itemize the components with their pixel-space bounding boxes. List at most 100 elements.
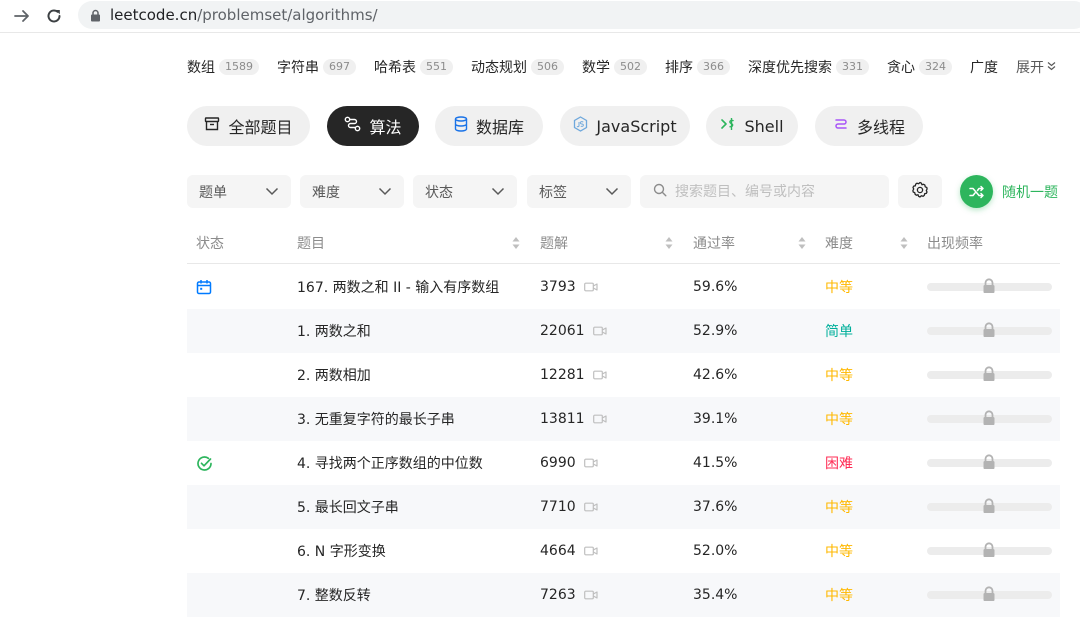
difficulty-select[interactable]: 难度 <box>300 175 404 208</box>
tag-math[interactable]: 数学 502 <box>582 57 647 77</box>
problem-title-link[interactable]: 4. 寻找两个正序数组的中位数 <box>297 441 483 485</box>
lock-icon[interactable] <box>980 277 998 295</box>
solutions-cell[interactable]: 3793 <box>540 265 598 309</box>
solutions-count: 3793 <box>540 279 576 295</box>
tab-database[interactable]: 数据库 <box>435 106 543 146</box>
tag-count: 324 <box>919 59 952 75</box>
address-bar[interactable]: leetcode.cn/problemset/algorithms/ <box>78 1 1080 29</box>
tag-string[interactable]: 字符串 697 <box>277 57 356 77</box>
algorithm-icon <box>344 116 361 136</box>
tab-concurrency[interactable]: 多线程 <box>815 106 923 146</box>
sort-icon[interactable] <box>512 236 520 250</box>
solutions-cell[interactable]: 6990 <box>540 441 598 485</box>
table-row[interactable]: 3. 无重复字符的最长子串 13811 39.1% 中等 <box>187 397 1060 441</box>
tab-label: Shell <box>744 116 784 136</box>
filter-label: 题单 <box>199 184 227 201</box>
search-input[interactable] <box>675 183 875 200</box>
acceptance-rate: 41.5% <box>693 455 738 471</box>
problem-title-link[interactable]: 2. 两数相加 <box>297 353 371 397</box>
tag-hash-table[interactable]: 哈希表 551 <box>374 57 453 77</box>
video-icon <box>592 326 607 336</box>
difficulty-badge: 中等 <box>825 544 853 560</box>
tag-bfs[interactable]: 广度 <box>970 57 1000 77</box>
forward-arrow-icon[interactable] <box>10 5 34 27</box>
table-row[interactable]: 2. 两数相加 12281 42.6% 中等 <box>187 353 1060 397</box>
problem-title-link[interactable]: 167. 两数之和 II - 输入有序数组 <box>297 265 499 309</box>
header-title[interactable]: 题目 <box>297 222 325 264</box>
solutions-cell[interactable]: 22061 <box>540 309 607 353</box>
acceptance-rate: 59.6% <box>693 279 738 295</box>
lock-icon[interactable] <box>980 497 998 515</box>
table-row[interactable]: 7. 整数反转 7263 35.4% 中等 <box>187 573 1060 617</box>
tab-label: JavaScript <box>596 116 677 136</box>
problem-title-link[interactable]: 7. 整数反转 <box>297 573 371 617</box>
problem-list-select[interactable]: 题单 <box>187 175 291 208</box>
acceptance-rate: 42.6% <box>693 367 738 383</box>
tag-label: 字符串 <box>277 60 319 76</box>
tab-shell[interactable]: Shell <box>706 106 798 146</box>
sort-icon[interactable] <box>900 236 908 250</box>
gear-icon <box>911 181 929 203</box>
solutions-cell[interactable]: 7263 <box>540 573 598 617</box>
tag-greedy[interactable]: 贪心 324 <box>887 57 952 77</box>
tag-sorting[interactable]: 排序 366 <box>665 57 730 77</box>
lock-icon[interactable] <box>980 453 998 471</box>
header-solutions[interactable]: 题解 <box>540 222 568 264</box>
difficulty-badge: 简单 <box>825 324 853 340</box>
expand-tags-button[interactable]: 展开 <box>1016 57 1056 77</box>
difficulty-badge: 中等 <box>825 500 853 516</box>
tag-dfs[interactable]: 深度优先搜索 331 <box>748 57 869 77</box>
solutions-cell[interactable]: 7710 <box>540 485 598 529</box>
random-problem-button[interactable]: 随机一题 <box>960 175 1058 208</box>
tag-count: 697 <box>323 59 356 75</box>
header-difficulty[interactable]: 难度 <box>825 222 853 264</box>
lock-icon[interactable] <box>980 409 998 427</box>
solutions-cell[interactable]: 13811 <box>540 397 607 441</box>
problem-title-link[interactable]: 1. 两数之和 <box>297 309 371 353</box>
solutions-count: 12281 <box>540 367 585 383</box>
lock-icon[interactable] <box>980 541 998 559</box>
expand-label: 展开 <box>1016 60 1044 76</box>
solutions-cell[interactable]: 4664 <box>540 529 598 573</box>
settings-button[interactable] <box>898 175 942 208</box>
url-host: leetcode.cn <box>110 6 198 24</box>
tag-dynamic-programming[interactable]: 动态规划 506 <box>471 57 564 77</box>
table-row[interactable]: 5. 最长回文子串 7710 37.6% 中等 <box>187 485 1060 529</box>
tab-label: 数据库 <box>475 118 524 137</box>
table-row[interactable]: 6. N 字形变换 4664 52.0% 中等 <box>187 529 1060 573</box>
sort-icon[interactable] <box>665 236 673 250</box>
tab-algorithms[interactable]: 算法 <box>327 106 419 146</box>
acceptance-rate: 35.4% <box>693 587 738 603</box>
lock-icon[interactable] <box>980 585 998 603</box>
header-frequency: 出现频率 <box>927 236 983 252</box>
tab-all-problems[interactable]: 全部题目 <box>187 106 310 146</box>
solutions-count: 7710 <box>540 499 576 515</box>
difficulty-badge: 困难 <box>825 456 853 472</box>
random-label: 随机一题 <box>1002 184 1058 201</box>
tags-select[interactable]: 标签 <box>527 175 631 208</box>
lock-icon[interactable] <box>980 365 998 383</box>
solutions-cell[interactable]: 12281 <box>540 353 607 397</box>
problem-title-link[interactable]: 6. N 字形变换 <box>297 529 386 573</box>
tag-array[interactable]: 数组 1589 <box>187 57 259 77</box>
status-select[interactable]: 状态 <box>413 175 517 208</box>
reload-icon[interactable] <box>42 5 66 27</box>
shuffle-icon <box>960 175 993 208</box>
tag-label: 排序 <box>665 60 693 76</box>
table-row[interactable]: 4. 寻找两个正序数组的中位数 6990 41.5% 困难 <box>187 441 1060 485</box>
video-icon <box>592 414 607 424</box>
lock-icon[interactable] <box>980 321 998 339</box>
tab-javascript[interactable]: JavaScript <box>560 106 690 146</box>
filter-label: 标签 <box>539 184 567 201</box>
sort-icon[interactable] <box>798 236 806 250</box>
tag-label: 动态规划 <box>471 60 527 76</box>
filter-label: 难度 <box>312 184 340 201</box>
header-acceptance[interactable]: 通过率 <box>693 222 735 264</box>
problem-title-link[interactable]: 3. 无重复字符的最长子串 <box>297 397 455 441</box>
solved-check-icon <box>196 441 213 485</box>
video-icon <box>583 282 598 292</box>
table-row[interactable]: 167. 两数之和 II - 输入有序数组 3793 59.6% 中等 <box>187 265 1060 309</box>
topic-tag-row: 数组 1589 字符串 697 哈希表 551 动态规划 506 数学 502 排序 366… <box>187 56 1080 78</box>
problem-title-link[interactable]: 5. 最长回文子串 <box>297 485 399 529</box>
table-row[interactable]: 1. 两数之和 22061 52.9% 简单 <box>187 309 1060 353</box>
